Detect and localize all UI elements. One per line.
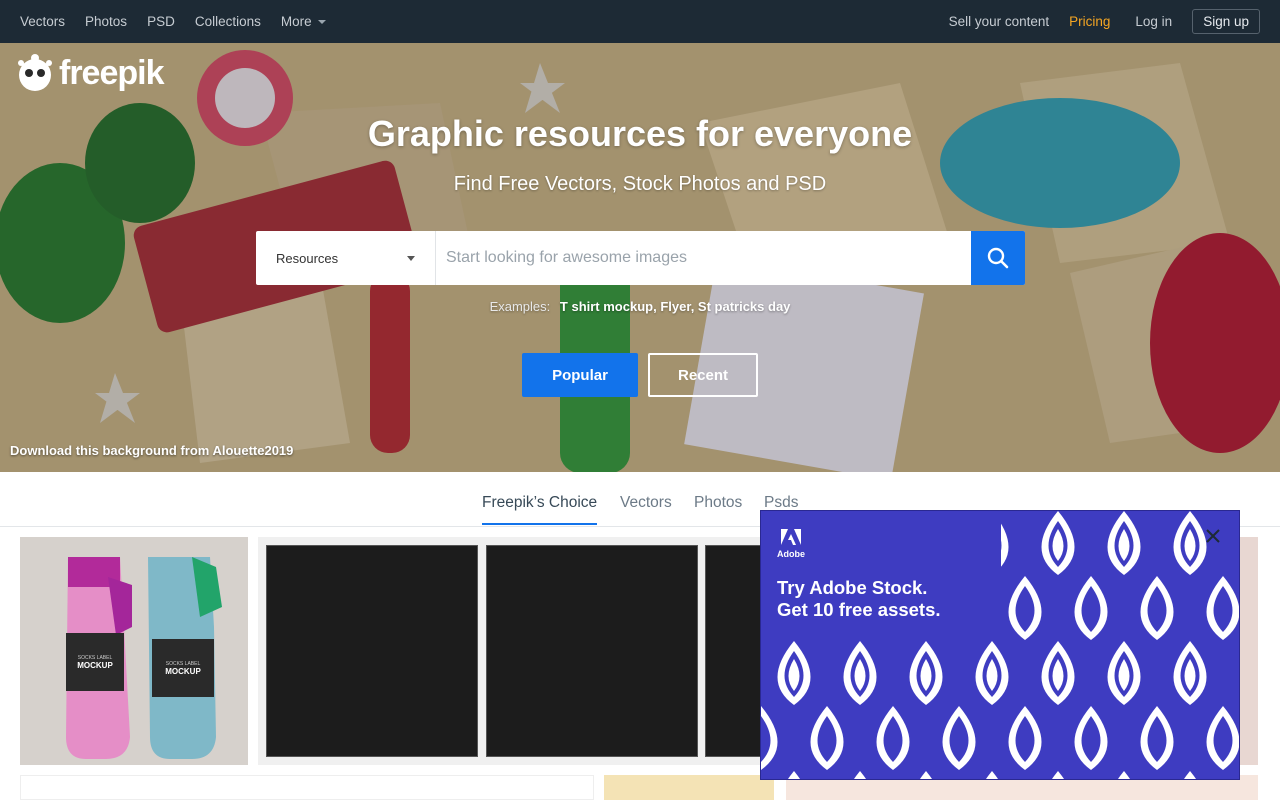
- adobe-brand-text: Adobe: [777, 549, 805, 559]
- tab-photos[interactable]: Photos: [694, 494, 742, 512]
- socks-mockup-image: SOCKS LABEL MOCKUP SOCKS LABEL MOCKUP: [20, 537, 248, 765]
- nav-collections[interactable]: Collections: [195, 14, 261, 29]
- nav-photos[interactable]: Photos: [85, 14, 127, 29]
- nav-psd[interactable]: PSD: [147, 14, 175, 29]
- adobe-logo-icon: [781, 529, 801, 545]
- recent-button[interactable]: Recent: [648, 353, 758, 397]
- gallery-item[interactable]: [604, 775, 774, 800]
- nav-vectors[interactable]: Vectors: [20, 14, 65, 29]
- search-bar: Resources: [256, 231, 1025, 285]
- ad-line-2: Get 10 free assets.: [777, 599, 941, 620]
- chevron-down-icon: [407, 255, 415, 261]
- tab-freepiks-choice[interactable]: Freepik’s Choice: [482, 494, 598, 525]
- search-examples: Examples: T shirt mockup, Flyer, St patr…: [489, 299, 791, 314]
- example-link[interactable]: Flyer: [660, 299, 690, 314]
- freepik-logo[interactable]: freepik: [15, 53, 164, 93]
- wrinkled-black-sheet-image: [486, 545, 698, 757]
- nav-more[interactable]: More: [281, 14, 326, 29]
- popular-button[interactable]: Popular: [522, 353, 638, 397]
- wrinkled-black-sheet-image: [266, 545, 478, 757]
- ad-leaf-pattern: [761, 511, 1239, 779]
- gallery-item-peek[interactable]: [1238, 537, 1258, 765]
- examples-label: Examples:: [489, 299, 551, 314]
- search-icon: [987, 247, 1009, 269]
- resource-type-dropdown[interactable]: Resources: [256, 231, 436, 285]
- example-link[interactable]: St patricks day: [698, 299, 791, 314]
- search-button[interactable]: [971, 231, 1025, 285]
- ad-line-1: Try Adobe Stock.: [777, 577, 928, 598]
- nav-more-label: More: [280, 14, 312, 29]
- freepik-logo-icon: [18, 54, 52, 91]
- logo-wordmark: freepik: [59, 53, 164, 92]
- hero-title: Graphic resources for everyone: [367, 113, 913, 154]
- adobe-stock-ad[interactable]: Adobe Try Adobe Stock. Get 10 free asset…: [760, 510, 1240, 780]
- chevron-down-icon: [317, 19, 326, 24]
- resource-type-value: Resources: [276, 250, 339, 266]
- gallery-item-socks-mockup[interactable]: SOCKS LABEL MOCKUP SOCKS LABEL MOCKUP: [20, 537, 248, 765]
- top-navigation: Vectors Photos PSD Collections More Sell…: [0, 0, 1280, 43]
- nav-pricing[interactable]: Pricing: [1069, 14, 1110, 29]
- ad-headline: Try Adobe Stock. Get 10 free assets.: [777, 577, 941, 621]
- socks-label: MOCKUP: [77, 661, 113, 670]
- hero: freepik Graphic resources for everyone F…: [0, 43, 1280, 472]
- nav-left: Vectors Photos PSD Collections More: [20, 14, 326, 29]
- hero-subtitle: Find Free Vectors, Stock Photos and PSD: [453, 173, 827, 195]
- gallery-item[interactable]: [20, 775, 594, 800]
- socks-label: MOCKUP: [165, 667, 201, 676]
- search-input[interactable]: [436, 231, 971, 285]
- nav-login[interactable]: Log in: [1135, 14, 1172, 29]
- nav-right: Sell your content Pricing Log in Sign up: [949, 9, 1260, 34]
- tab-vectors[interactable]: Vectors: [620, 494, 672, 512]
- background-credit[interactable]: Download this background from Alouette20…: [10, 443, 293, 458]
- close-icon[interactable]: [1204, 527, 1222, 545]
- nav-sell-content[interactable]: Sell your content: [949, 14, 1050, 29]
- example-link[interactable]: T shirt mockup: [560, 299, 653, 314]
- adobe-logo: Adobe: [777, 529, 805, 559]
- signup-button[interactable]: Sign up: [1192, 9, 1260, 34]
